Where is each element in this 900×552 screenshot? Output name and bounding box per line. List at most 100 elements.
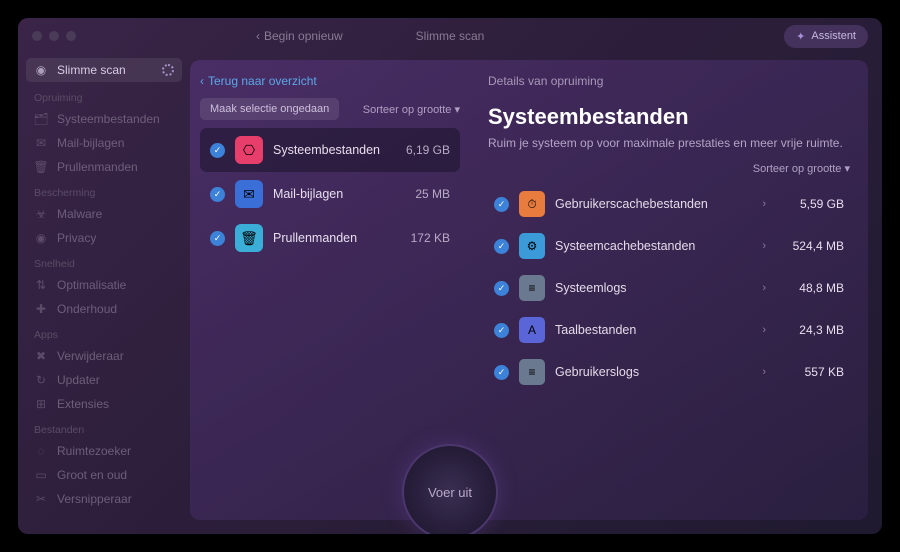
sidebar-icon: ◉ <box>34 231 48 245</box>
checkbox-icon[interactable] <box>494 197 509 212</box>
sidebar-icon: 🗑 <box>34 160 48 174</box>
sidebar-item[interactable]: ✖ Verwijderaar <box>26 344 182 368</box>
detail-item-row[interactable]: A Taalbestanden › 24,3 MB <box>488 309 850 351</box>
details-header: Details van opruiming <box>488 74 850 88</box>
sidebar-item-label: Verwijderaar <box>57 349 124 363</box>
back-begin-label: Begin opnieuw <box>264 29 343 43</box>
sidebar-icon: ▭ <box>34 468 48 482</box>
details-subtitle: Ruim je systeem op voor maximale prestat… <box>488 136 850 150</box>
sidebar-icon: ⇅ <box>34 278 48 292</box>
sidebar-item[interactable]: 🗂Systeembestanden <box>26 107 182 131</box>
sidebar-icon: ✖ <box>34 349 48 363</box>
deselect-button[interactable]: Maak selectie ongedaan <box>200 98 339 120</box>
main: ‹ Terug naar overzicht Maak selectie ong… <box>190 54 882 534</box>
window-controls[interactable] <box>32 31 76 41</box>
details-column: Details van opruiming Systeembestanden R… <box>470 60 868 520</box>
sidebar-item[interactable]: ✚ Onderhoud <box>26 297 182 321</box>
item-name: Gebruikerslogs <box>555 365 748 379</box>
sidebar-item-label: Mail-bijlagen <box>57 136 124 150</box>
back-begin-button[interactable]: ‹ Begin opnieuw <box>256 29 343 43</box>
chevron-right-icon: › <box>762 240 766 252</box>
sidebar-item-label: Slimme scan <box>57 63 126 77</box>
sidebar-item[interactable]: ◌Ruimtezoeker <box>26 439 182 463</box>
detail-item-row[interactable]: ≡ Systeemlogs › 48,8 MB <box>488 267 850 309</box>
category-icon: ⎔ <box>235 136 263 164</box>
checkbox-icon[interactable] <box>494 323 509 338</box>
sidebar-item-label: Malware <box>57 207 102 221</box>
item-icon: ≡ <box>519 275 545 301</box>
sidebar-item[interactable]: ⊞ Extensies <box>26 392 182 416</box>
sidebar-item-label: Updater <box>57 373 100 387</box>
sort-categories[interactable]: Sorteer op grootte ▾ <box>363 103 460 116</box>
sidebar-item-label: Privacy <box>57 231 96 245</box>
sidebar-item-label: Prullenmanden <box>57 160 138 174</box>
sidebar-item[interactable]: ✉Mail-bijlagen <box>26 131 182 155</box>
category-size: 172 KB <box>411 231 450 245</box>
assistant-button[interactable]: Assistent <box>784 25 868 48</box>
sidebar-item[interactable]: ☣ Malware <box>26 202 182 226</box>
sidebar-item[interactable]: ◉ Privacy <box>26 226 182 250</box>
titlebar: ‹ Begin opnieuw Slimme scan Assistent <box>18 18 882 54</box>
sidebar-icon: ☣ <box>34 207 48 221</box>
category-name: Mail-bijlagen <box>273 187 405 201</box>
sidebar-item[interactable]: ↻ Updater <box>26 368 182 392</box>
checkbox-icon[interactable] <box>494 239 509 254</box>
category-size: 6,19 GB <box>406 143 450 157</box>
category-row[interactable]: ⎔ Systeembestanden 6,19 GB <box>200 128 460 172</box>
item-icon: ≡ <box>519 359 545 385</box>
detail-item-row[interactable]: ⚙ Systeemcachebestanden › 524,4 MB <box>488 225 850 267</box>
sidebar-item-label: Optimalisatie <box>57 278 126 292</box>
sidebar-icon: ↻ <box>34 373 48 387</box>
sort-details[interactable]: Sorteer op grootte ▾ <box>488 162 850 175</box>
category-row[interactable]: 🗑 Prullenmanden 172 KB <box>200 216 460 260</box>
sidebar-item[interactable]: ✂ Versnipperaar <box>26 487 182 511</box>
sidebar-item[interactable]: 🗑 Prullenmanden <box>26 155 182 179</box>
sidebar-group-header: Opruiming <box>26 84 182 107</box>
item-size: 524,4 MB <box>780 239 844 253</box>
sidebar-icon: ✂ <box>34 492 48 506</box>
category-row[interactable]: ✉ Mail-bijlagen 25 MB <box>200 172 460 216</box>
item-icon: A <box>519 317 545 343</box>
item-size: 5,59 GB <box>780 197 844 211</box>
details-title: Systeembestanden <box>488 104 850 130</box>
detail-item-row[interactable]: ≡ Gebruikerslogs › 557 KB <box>488 351 850 393</box>
sidebar-icon: 🗂 <box>34 112 48 126</box>
sidebar: ◉ Slimme scan Opruiming🗂Systeembestanden… <box>18 54 190 534</box>
app-window: ‹ Begin opnieuw Slimme scan Assistent ◉ … <box>18 18 882 534</box>
item-size: 557 KB <box>780 365 844 379</box>
run-button[interactable]: Voer uit <box>402 444 498 534</box>
item-icon: ⏱ <box>519 191 545 217</box>
sidebar-smart-scan[interactable]: ◉ Slimme scan <box>26 58 182 82</box>
category-size: 25 MB <box>415 187 450 201</box>
checkbox-icon[interactable] <box>494 281 509 296</box>
detail-item-row[interactable]: ⏱ Gebruikerscachebestanden › 5,59 GB <box>488 183 850 225</box>
chevron-right-icon: › <box>762 198 766 210</box>
panel: ‹ Terug naar overzicht Maak selectie ong… <box>190 60 868 520</box>
category-name: Systeembestanden <box>273 143 396 157</box>
sidebar-item-label: Onderhoud <box>57 302 117 316</box>
chevron-right-icon: › <box>762 324 766 336</box>
checkbox-icon[interactable] <box>494 365 509 380</box>
sidebar-icon: ✚ <box>34 302 48 316</box>
chevron-right-icon: › <box>762 282 766 294</box>
sidebar-item[interactable]: ⇅ Optimalisatie <box>26 273 182 297</box>
sidebar-item-label: Extensies <box>57 397 109 411</box>
sidebar-icon: ⊞ <box>34 397 48 411</box>
sidebar-group-header: Bescherming <box>26 179 182 202</box>
item-size: 24,3 MB <box>780 323 844 337</box>
item-icon: ⚙ <box>519 233 545 259</box>
item-name: Systeemcachebestanden <box>555 239 748 253</box>
sidebar-item[interactable]: ▭ Groot en oud <box>26 463 182 487</box>
category-icon: 🗑 <box>235 224 263 252</box>
sidebar-group-header: Apps <box>26 321 182 344</box>
checkbox-icon[interactable] <box>210 143 225 158</box>
checkbox-icon[interactable] <box>210 231 225 246</box>
window-title: Slimme scan <box>416 29 485 43</box>
item-name: Taalbestanden <box>555 323 748 337</box>
item-size: 48,8 MB <box>780 281 844 295</box>
checkbox-icon[interactable] <box>210 187 225 202</box>
sidebar-item-label: Groot en oud <box>57 468 127 482</box>
sidebar-item-label: Versnipperaar <box>57 492 132 506</box>
back-overview-link[interactable]: ‹ Terug naar overzicht <box>200 74 460 88</box>
item-name: Gebruikerscachebestanden <box>555 197 748 211</box>
